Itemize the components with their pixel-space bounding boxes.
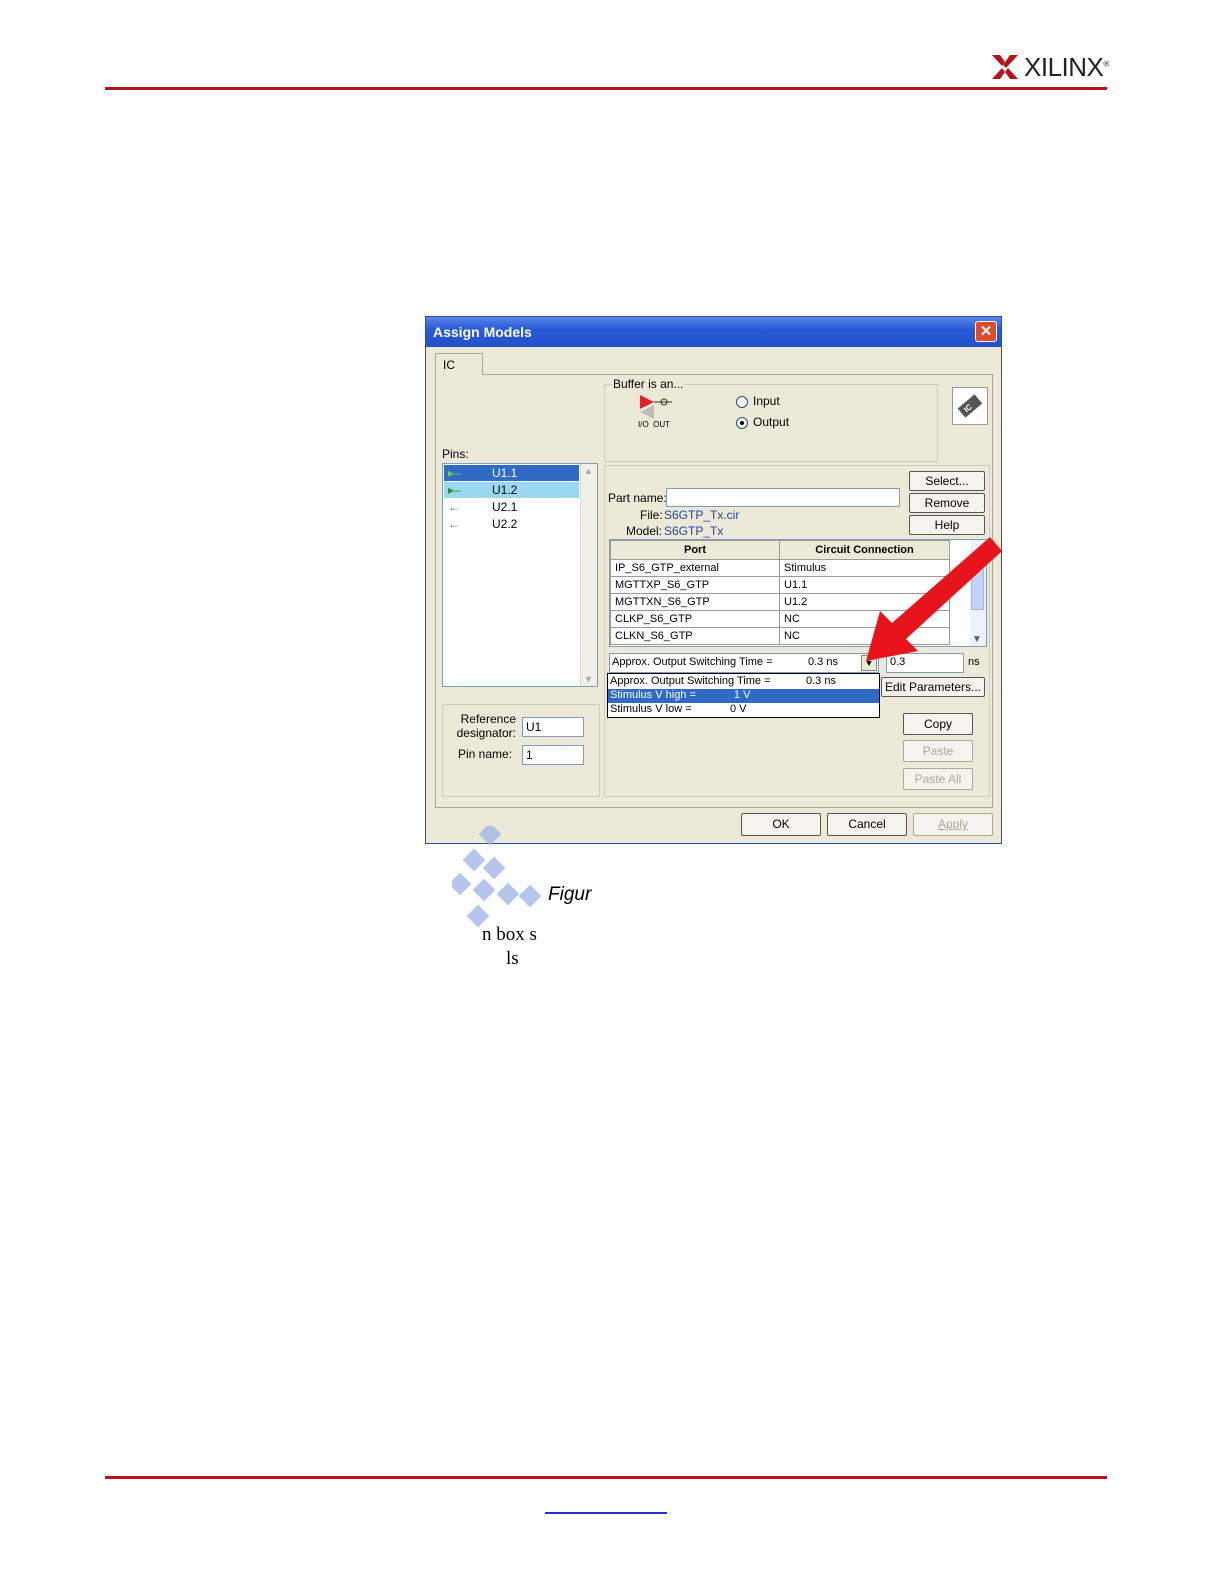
port-column-header[interactable]: Port (610, 540, 780, 560)
paste-button[interactable]: Paste (903, 740, 973, 762)
list-item-pin[interactable]: ▸‒ U1.2 (444, 482, 579, 498)
buffer-group-label: Buffer is an... (612, 377, 685, 391)
port-cell: CLKN_S6_GTP (610, 627, 780, 645)
paste-all-button[interactable]: Paste All (903, 768, 973, 790)
port-cell: MGTTXN_S6_GTP (610, 593, 780, 611)
port-cell: IP_S6_GTP_external (610, 559, 780, 577)
file-value: S6GTP_Tx.cir (664, 508, 740, 522)
pins-scrollbar[interactable]: ▲ ▼ (580, 464, 597, 686)
pin-output-icon: ▸‒ (448, 466, 461, 480)
parameter-combo-value: 0.3 ns (808, 656, 838, 668)
pin-input-icon: ← (448, 500, 460, 514)
dropdown-option-selected[interactable]: Stimulus V high = 1 V (608, 689, 879, 703)
body-text-fragment: n box s (482, 924, 537, 945)
pin-name-input[interactable]: 1 (522, 745, 584, 765)
part-name-label: Part name: (608, 491, 667, 505)
pins-label: Pins: (442, 447, 469, 461)
port-cell: CLKP_S6_GTP (610, 610, 780, 628)
port-cell: MGTTXP_S6_GTP (610, 576, 780, 594)
parameter-dropdown-list[interactable]: Approx. Output Switching Time = 0.3 ns S… (607, 673, 880, 718)
scroll-up-icon[interactable]: ▲ (584, 466, 593, 476)
radio-output-label: Output (753, 415, 790, 429)
pin-input-icon: ← (448, 517, 460, 531)
pin-label: U1.2 (492, 483, 518, 497)
pin-output-icon: ▸‒ (448, 483, 461, 497)
ref-designator-label: Reference designator: (456, 712, 516, 740)
xilinx-mark-icon (992, 55, 1018, 79)
apply-button[interactable]: Apply (913, 813, 993, 836)
footer-rule (105, 1476, 1107, 1479)
tab-ic[interactable]: IC (435, 353, 483, 375)
cancel-button[interactable]: Cancel (827, 813, 907, 836)
figure-caption: Figur (548, 884, 592, 905)
tab-ic-label: IC (443, 358, 455, 372)
model-label: Model: (626, 524, 663, 538)
buffer-io-label: I/O OUT (638, 420, 671, 429)
xilinx-logo: XILINX® (992, 52, 1109, 82)
dropdown-option[interactable]: Stimulus V low = 0 V (608, 703, 879, 717)
scroll-down-icon[interactable]: ▼ (584, 674, 593, 684)
parameter-combo-label: Approx. Output Switching Time = (612, 656, 773, 668)
radio-output[interactable] (736, 417, 748, 429)
list-item-pin[interactable]: ▸‒ U1.1 (444, 465, 579, 481)
radio-input-label: Input (753, 394, 780, 408)
footer-link-underline[interactable] (545, 1512, 667, 1514)
pin-label: U2.1 (492, 500, 518, 514)
list-item-pin[interactable]: ← U2.2 (444, 516, 579, 532)
copy-button[interactable]: Copy (903, 713, 973, 735)
body-text-fragment: ls (506, 948, 519, 969)
pin-label: U1.1 (492, 466, 518, 480)
watermark-diamonds-icon (452, 826, 542, 928)
dropdown-option[interactable]: Approx. Output Switching Time = 0.3 ns (608, 675, 879, 689)
red-arrow-annotation (866, 537, 1002, 661)
ok-button[interactable]: OK (741, 813, 821, 836)
pin-name-label: Pin name: (458, 747, 513, 761)
logo-text: XILINX® (1024, 51, 1109, 82)
ref-designator-input[interactable]: U1 (522, 717, 584, 737)
assign-models-dialog: Assign Models ✕ IC Pins: ▸‒ U1.1 ▸‒ U1.2… (425, 316, 1002, 844)
close-button[interactable]: ✕ (975, 321, 997, 342)
edit-parameters-button[interactable]: Edit Parameters... (881, 677, 985, 697)
model-value: S6GTP_Tx (664, 524, 724, 538)
dialog-title: Assign Models (433, 324, 532, 340)
select-button[interactable]: Select... (909, 471, 985, 491)
header-rule (105, 87, 1107, 90)
remove-button[interactable]: Remove (909, 493, 985, 513)
dialog-titlebar[interactable]: Assign Models ✕ (426, 317, 1001, 347)
parameter-combo[interactable]: Approx. Output Switching Time = 0.3 ns ▼ (609, 653, 879, 673)
pins-list[interactable]: ▸‒ U1.1 ▸‒ U1.2 ← U2.1 ← U2.2 ▲ ▼ (442, 463, 598, 687)
buffer-icon (640, 395, 672, 419)
file-label: File: (640, 508, 663, 522)
pin-label: U2.2 (492, 517, 518, 531)
radio-input[interactable] (736, 396, 748, 408)
list-item-pin[interactable]: ← U2.1 (444, 499, 579, 515)
radio-output-dot (740, 421, 744, 425)
ic-chip-icon[interactable]: IC (952, 387, 988, 425)
part-name-input[interactable] (666, 488, 900, 507)
